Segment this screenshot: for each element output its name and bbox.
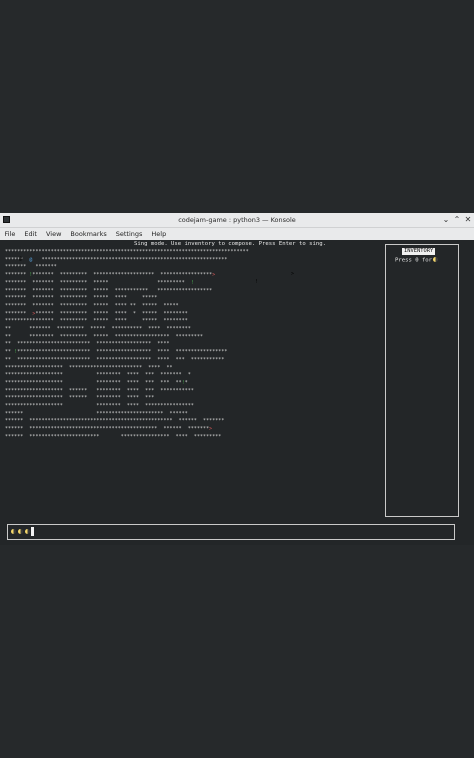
chevron-up-icon[interactable]: ⌃: [452, 215, 462, 225]
map-row: ****************************************…: [5, 250, 249, 255]
close-icon[interactable]: ✕: [463, 215, 473, 225]
menu-view[interactable]: View: [41, 230, 65, 238]
half-moon-note-icon: [18, 529, 23, 534]
map-row: ******* ******* ********* ***** **** ***…: [5, 296, 158, 302]
text-cursor: [31, 527, 34, 536]
konsole-window: codejam-game : python3 — Konsole ⌄ ⌃ ✕ F…: [0, 213, 474, 545]
player-icon: @: [19, 256, 23, 262]
map-row: ****** *********************************…: [5, 419, 225, 425]
map-row: ******* ******* ********* ***** **** ** …: [5, 303, 179, 309]
window-title: codejam-game : python3 — Konsole: [178, 216, 296, 224]
terminal-area[interactable]: Sing mode. Use inventory to compose. Pre…: [0, 240, 474, 545]
chevron-down-icon[interactable]: ⌄: [441, 215, 451, 225]
map-row: ******* ******* ********* ***** ********…: [5, 280, 194, 286]
map-row: ****** *********************** *********…: [5, 434, 222, 440]
map-row: ** ************************ ************…: [5, 342, 170, 348]
compose-bar[interactable]: [7, 524, 455, 540]
map-row: ** !************************ ***********…: [5, 350, 228, 356]
map-row: ******* ******* ********* ***** ********…: [5, 288, 213, 294]
menu-edit[interactable]: Edit: [20, 230, 42, 238]
menu-settings[interactable]: Settings: [111, 230, 147, 238]
game-map: ****************************************…: [5, 249, 249, 442]
map-row: ******************* ******** **** ******…: [5, 404, 194, 410]
map-row: ****** *********************************…: [5, 427, 213, 433]
menu-help[interactable]: Help: [147, 230, 171, 238]
map-row: ****** @ *******************************…: [5, 257, 228, 263]
menu-file[interactable]: File: [0, 230, 20, 238]
menu-bar: File Edit View Bookmarks Settings Help: [0, 227, 474, 240]
enemy-icon: >: [291, 271, 295, 277]
inventory-panel: INVENTORY Press 0 for: [385, 244, 459, 517]
desktop-background: codejam-game : python3 — Konsole ⌄ ⌃ ✕ F…: [0, 0, 474, 758]
moon-note-icon: [433, 257, 439, 262]
map-row: ******* >****** ********* ***** **** * *…: [5, 311, 188, 317]
map-row: ******************* ******** **** *** **…: [5, 380, 188, 386]
map-row: ******************* ******** **** *** **…: [5, 373, 191, 379]
map-row: ******* *******: [5, 265, 57, 271]
map-row: ******************* ********************…: [5, 365, 173, 371]
inventory-title: INVENTORY: [402, 248, 436, 255]
half-moon-note-icon: [25, 529, 30, 534]
map-row: ******* !******* ********* *************…: [5, 273, 216, 279]
inventory-hint-text: Press 0 for: [395, 257, 433, 264]
map-row: ** ************************ ************…: [5, 357, 225, 363]
window-titlebar[interactable]: codejam-game : python3 — Konsole ⌄ ⌃ ✕: [0, 213, 474, 227]
map-row: ** ******** ********* ***** ************…: [5, 334, 204, 340]
map-row: ******************* ****** ******** ****…: [5, 388, 194, 394]
inventory-hint: Press 0 for: [395, 257, 439, 264]
map-row: ******************* ****** ******** ****…: [5, 396, 155, 402]
map-row: ****** ********************** ******: [5, 411, 188, 417]
half-moon-note-icon: [11, 529, 16, 534]
map-row: ** ******* ********* ***** ********** **…: [5, 327, 191, 333]
menu-bookmarks[interactable]: Bookmarks: [66, 230, 111, 238]
map-row: **************** ********* ***** **** **…: [5, 319, 188, 325]
item-icon: !: [255, 279, 259, 285]
